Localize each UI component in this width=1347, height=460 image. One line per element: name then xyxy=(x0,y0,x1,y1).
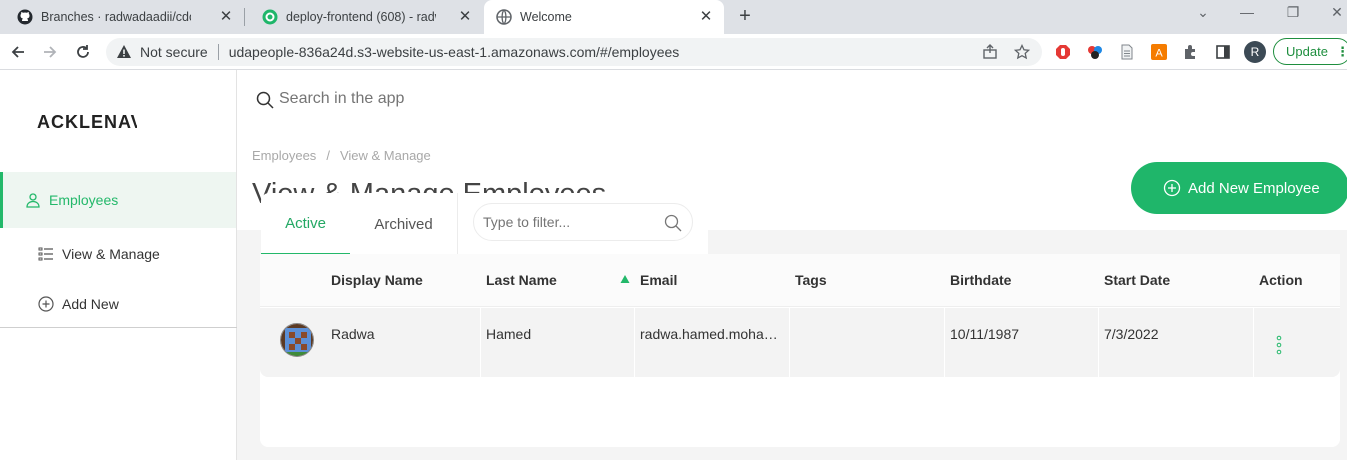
menu-kebab-icon[interactable]: ⋮ xyxy=(1336,39,1347,64)
cell-divider xyxy=(1098,308,1099,377)
employee-avatar xyxy=(280,323,314,357)
extensions-puzzle-icon[interactable] xyxy=(1183,44,1199,60)
cell-last-name: Hamed xyxy=(486,326,532,342)
browser-toolbar: Not secure udapeople-836a24d.s3-website-… xyxy=(0,34,1347,70)
restore-icon[interactable]: ❐ xyxy=(1282,4,1304,24)
browser-tab-deploy[interactable]: deploy-frontend (608) - radwada ✕ xyxy=(245,0,483,34)
sidebar-item-employees[interactable]: Employees xyxy=(0,172,236,228)
add-new-employee-button[interactable]: Add New Employee xyxy=(1131,162,1347,214)
tab-active[interactable]: Active xyxy=(261,193,350,255)
column-tags[interactable]: Tags xyxy=(795,272,827,288)
search-icon[interactable] xyxy=(664,214,682,232)
plus-circle-icon xyxy=(1163,179,1181,197)
profile-avatar[interactable]: R xyxy=(1244,41,1266,63)
browser-tab-branches[interactable]: Branches · radwadaadii/cdond-c3 ✕ xyxy=(0,0,244,34)
sort-ascending-icon[interactable] xyxy=(620,274,630,284)
sidebar: ACKLENAVENUE Employees View & Manage Add… xyxy=(0,70,237,460)
filter-box xyxy=(473,203,693,241)
column-display-name[interactable]: Display Name xyxy=(331,272,423,288)
close-tab-icon[interactable]: ✕ xyxy=(457,9,473,25)
employees-table: Display Name Last Name Email Tags Birthd… xyxy=(260,254,1340,447)
breadcrumb-employees[interactable]: Employees xyxy=(252,148,316,163)
tab-search-icon[interactable]: ⌄ xyxy=(1192,4,1214,24)
cell-email: radwa.hamed.moha… xyxy=(640,326,778,342)
close-window-icon[interactable]: ✕ xyxy=(1326,4,1347,24)
security-label[interactable]: Not secure xyxy=(140,44,208,60)
cell-divider xyxy=(480,308,481,377)
employee-tabs: Active Archived xyxy=(261,193,708,255)
column-birthdate[interactable]: Birthdate xyxy=(950,272,1011,288)
tab-title: deploy-frontend (608) - radwada xyxy=(286,10,436,24)
tab-title: Welcome xyxy=(520,10,572,24)
sidebar-item-add-new[interactable]: Add New xyxy=(0,289,236,319)
cell-birthdate: 10/11/1987 xyxy=(950,326,1020,342)
column-email[interactable]: Email xyxy=(640,272,677,288)
amazon-extension-icon[interactable]: A xyxy=(1151,44,1167,60)
address-divider xyxy=(217,44,219,60)
column-last-name[interactable]: Last Name xyxy=(486,272,557,288)
share-icon[interactable] xyxy=(982,44,998,60)
cell-display-name: Radwa xyxy=(331,326,375,342)
forward-icon[interactable] xyxy=(40,42,60,62)
back-icon[interactable] xyxy=(8,42,28,62)
browser-tab-bar: Branches · radwadaadii/cdond-c3 ✕ deploy… xyxy=(0,0,1347,34)
add-new-employee-label: Add New Employee xyxy=(1188,179,1320,197)
color-extension-icon[interactable] xyxy=(1087,44,1103,60)
address-bar[interactable]: Not secure udapeople-836a24d.s3-website-… xyxy=(106,38,1042,66)
update-label: Update xyxy=(1286,44,1328,59)
logo: ACKLENAVENUE xyxy=(37,112,137,132)
table-header: Display Name Last Name Email Tags Birthd… xyxy=(260,254,1340,307)
sidebar-item-label: View & Manage xyxy=(62,246,160,262)
app-search-input[interactable] xyxy=(279,90,679,108)
tab-archived[interactable]: Archived xyxy=(350,193,457,255)
github-icon xyxy=(17,9,33,25)
sidebar-item-view-manage[interactable]: View & Manage xyxy=(0,239,236,269)
table-row[interactable]: Radwa Hamed radwa.hamed.moha… 10/11/1987… xyxy=(260,308,1340,377)
cell-divider xyxy=(789,308,790,377)
tab-divider xyxy=(457,193,458,255)
svg-text:A: A xyxy=(1155,48,1163,60)
url-text[interactable]: udapeople-836a24d.s3-website-us-east-1.a… xyxy=(229,44,680,60)
cell-divider xyxy=(944,308,945,377)
close-tab-icon[interactable]: ✕ xyxy=(698,9,714,25)
user-icon xyxy=(26,193,40,208)
update-button[interactable]: Update ⋮ xyxy=(1273,38,1347,65)
column-action: Action xyxy=(1259,272,1303,288)
plus-circle-icon xyxy=(38,296,54,312)
column-start-date[interactable]: Start Date xyxy=(1104,272,1170,288)
breadcrumb: Employees / View & Manage xyxy=(252,148,431,163)
filter-input[interactable] xyxy=(483,214,653,230)
cell-start-date: 7/3/2022 xyxy=(1104,326,1159,342)
breadcrumb-view-manage: View & Manage xyxy=(339,148,431,163)
cell-divider xyxy=(1253,308,1254,377)
app-search-bar xyxy=(237,70,1347,138)
close-tab-icon[interactable]: ✕ xyxy=(218,9,234,25)
sidebar-item-label: Employees xyxy=(49,192,119,208)
reload-icon[interactable] xyxy=(73,42,93,62)
cell-divider xyxy=(634,308,635,377)
side-panel-icon[interactable] xyxy=(1215,44,1231,60)
adblock-extension-icon[interactable] xyxy=(1055,44,1071,60)
tab-title: Branches · radwadaadii/cdond-c3 xyxy=(41,10,191,24)
minimize-icon[interactable]: — xyxy=(1236,4,1258,24)
globe-icon xyxy=(496,9,512,25)
row-actions-kebab-icon[interactable] xyxy=(1275,335,1283,355)
circleci-icon xyxy=(262,9,278,25)
sidebar-item-label: Add New xyxy=(62,296,119,312)
breadcrumb-separator: / xyxy=(326,148,330,163)
search-icon xyxy=(256,91,274,109)
new-tab-icon[interactable]: + xyxy=(735,6,755,26)
sidebar-divider xyxy=(0,327,237,328)
bookmark-star-icon[interactable] xyxy=(1014,44,1030,60)
browser-tab-welcome[interactable]: Welcome ✕ xyxy=(484,0,724,34)
warning-icon[interactable] xyxy=(116,44,132,60)
document-extension-icon[interactable] xyxy=(1119,44,1135,60)
list-icon xyxy=(38,247,53,261)
